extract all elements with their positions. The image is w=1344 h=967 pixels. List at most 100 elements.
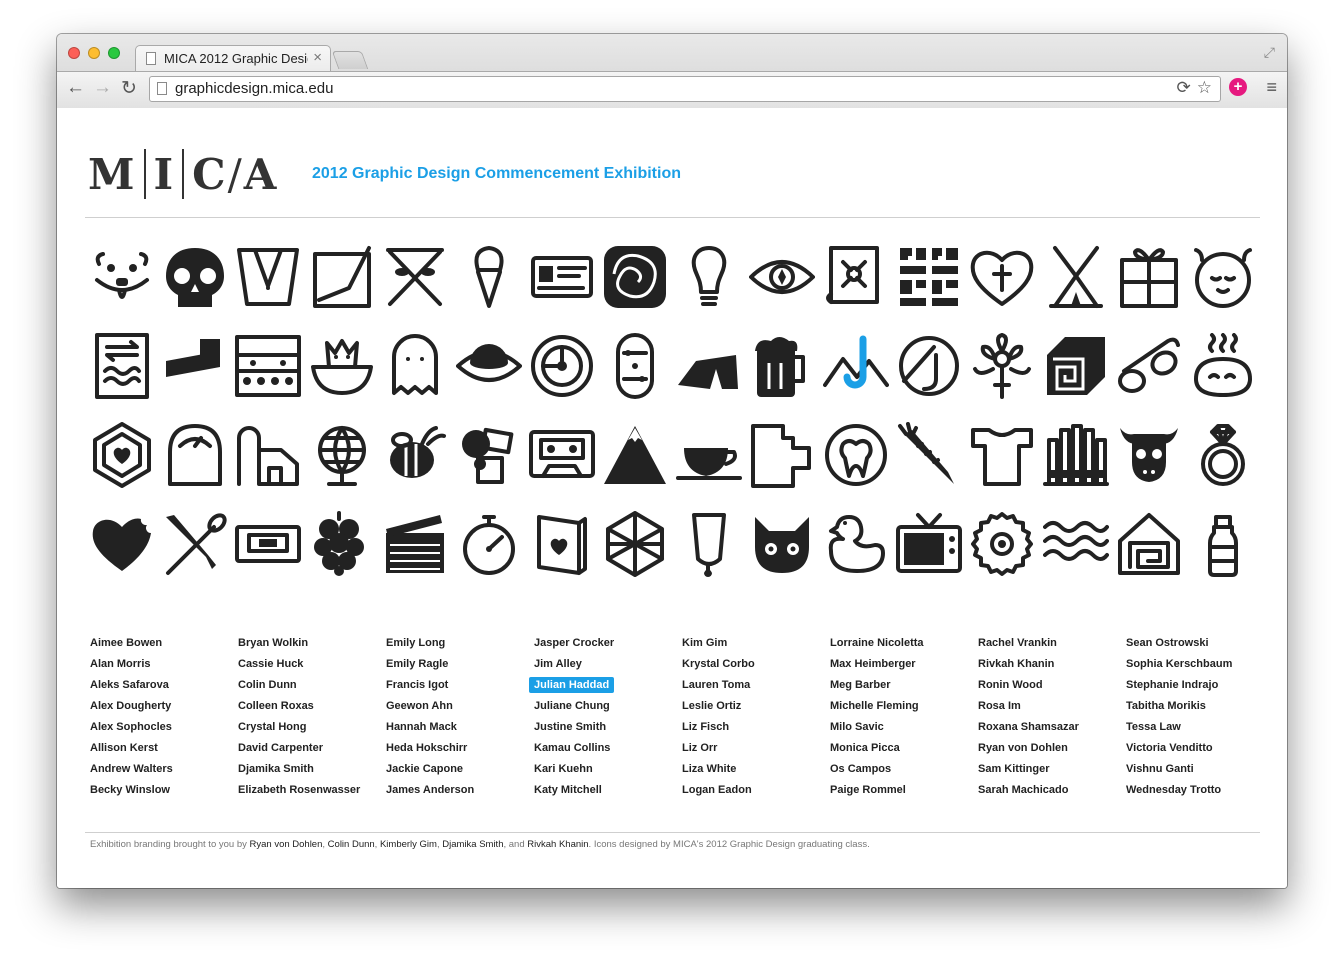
- student-name-link[interactable]: Vishnu Ganti: [1126, 759, 1274, 780]
- student-name-link[interactable]: Ronin Wood: [978, 675, 1126, 696]
- icon-tile[interactable]: [452, 333, 525, 422]
- icon-tile[interactable]: [1112, 244, 1185, 333]
- icon-tile[interactable]: [819, 333, 892, 422]
- icon-tile[interactable]: [966, 244, 1039, 333]
- refresh-icon[interactable]: ⟳: [1177, 78, 1191, 98]
- icon-tile[interactable]: [232, 333, 305, 422]
- student-name-link[interactable]: Justine Smith: [534, 717, 682, 738]
- student-name-link[interactable]: Andrew Walters: [90, 759, 238, 780]
- student-name-link[interactable]: Allison Kerst: [90, 738, 238, 759]
- menu-icon[interactable]: ≡: [1266, 77, 1277, 98]
- icon-tile[interactable]: [85, 244, 158, 333]
- student-name-link[interactable]: Heda Hokschirr: [386, 738, 534, 759]
- student-name-link[interactable]: Rachel Vrankin: [978, 633, 1126, 654]
- icon-tile[interactable]: [1112, 511, 1185, 600]
- student-name-link[interactable]: Paige Rommel: [830, 780, 978, 801]
- icon-tile[interactable]: [746, 244, 819, 333]
- icon-tile[interactable]: [819, 422, 892, 511]
- icon-tile[interactable]: [819, 511, 892, 600]
- icon-tile[interactable]: [305, 511, 378, 600]
- student-name-link[interactable]: Roxana Shamsazar: [978, 717, 1126, 738]
- icon-tile[interactable]: [452, 422, 525, 511]
- back-arrow-icon[interactable]: ←: [66, 77, 85, 99]
- icon-tile[interactable]: [232, 511, 305, 600]
- student-name-link[interactable]: Cassie Huck: [238, 654, 386, 675]
- student-name-link[interactable]: Jackie Capone: [386, 759, 534, 780]
- icon-tile[interactable]: [672, 333, 745, 422]
- extension-plus-icon[interactable]: +: [1229, 78, 1247, 96]
- icon-tile[interactable]: [892, 244, 965, 333]
- student-name-link[interactable]: Sean Ostrowski: [1126, 633, 1274, 654]
- close-tab-icon[interactable]: ×: [313, 49, 322, 66]
- star-icon[interactable]: ☆: [1197, 78, 1212, 98]
- icon-tile[interactable]: [379, 511, 452, 600]
- student-name-link[interactable]: Jim Alley: [534, 654, 682, 675]
- student-name-link[interactable]: Liz Fisch: [682, 717, 830, 738]
- student-name-link[interactable]: Monica Picca: [830, 738, 978, 759]
- student-name-link[interactable]: Geewon Ahn: [386, 696, 534, 717]
- icon-tile[interactable]: [1112, 422, 1185, 511]
- student-name-link[interactable]: Liza White: [682, 759, 830, 780]
- icon-tile[interactable]: [232, 244, 305, 333]
- icon-tile[interactable]: [85, 333, 158, 422]
- icon-tile[interactable]: [1186, 422, 1259, 511]
- student-name-link[interactable]: Lauren Toma: [682, 675, 830, 696]
- student-name-link[interactable]: Aleks Safarova: [90, 675, 238, 696]
- browser-tab[interactable]: MICA 2012 Graphic Design ×: [135, 45, 331, 71]
- student-name-link[interactable]: Ryan von Dohlen: [978, 738, 1126, 759]
- icon-tile[interactable]: [892, 511, 965, 600]
- icon-tile[interactable]: [672, 422, 745, 511]
- icon-tile[interactable]: [1112, 333, 1185, 422]
- student-name-link[interactable]: Crystal Hong: [238, 717, 386, 738]
- student-name-link[interactable]: Tabitha Morikis: [1126, 696, 1274, 717]
- student-name-link[interactable]: Sam Kittinger: [978, 759, 1126, 780]
- student-name-link[interactable]: Sophia Kerschbaum: [1126, 654, 1274, 675]
- student-name-link[interactable]: Juliane Chung: [534, 696, 682, 717]
- student-name-link[interactable]: David Carpenter: [238, 738, 386, 759]
- icon-tile[interactable]: [305, 422, 378, 511]
- fullscreen-icon[interactable]: ⤢: [1264, 44, 1275, 61]
- icon-tile[interactable]: [1039, 333, 1112, 422]
- student-name-link[interactable]: Tessa Law: [1126, 717, 1274, 738]
- minimize-window-button[interactable]: [88, 47, 100, 59]
- icon-tile[interactable]: [672, 244, 745, 333]
- student-name-link[interactable]: Sarah Machicado: [978, 780, 1126, 801]
- student-name-link[interactable]: Michelle Fleming: [830, 696, 978, 717]
- icon-tile[interactable]: [892, 333, 965, 422]
- student-name-link[interactable]: Liz Orr: [682, 738, 830, 759]
- student-name-link[interactable]: Wednesday Trotto: [1126, 780, 1274, 801]
- icon-tile[interactable]: [232, 422, 305, 511]
- icon-tile[interactable]: [379, 333, 452, 422]
- forward-arrow-icon[interactable]: →: [93, 77, 112, 99]
- student-name-link[interactable]: Djamika Smith: [238, 759, 386, 780]
- icon-tile[interactable]: [525, 511, 598, 600]
- student-name-link[interactable]: Rivkah Khanin: [978, 654, 1126, 675]
- student-name-link[interactable]: Kamau Collins: [534, 738, 682, 759]
- icon-tile[interactable]: [746, 333, 819, 422]
- icon-tile[interactable]: [305, 333, 378, 422]
- student-name-link[interactable]: Kim Gim: [682, 633, 830, 654]
- icon-tile[interactable]: [599, 333, 672, 422]
- student-name-link[interactable]: Kari Kuehn: [534, 759, 682, 780]
- student-name-link-active[interactable]: Julian Haddad: [529, 675, 682, 696]
- student-name-link[interactable]: Stephanie Indrajo: [1126, 675, 1274, 696]
- student-name-link[interactable]: Katy Mitchell: [534, 780, 682, 801]
- icon-tile[interactable]: [85, 511, 158, 600]
- icon-tile[interactable]: [599, 511, 672, 600]
- icon-tile[interactable]: [525, 333, 598, 422]
- icon-tile[interactable]: [966, 333, 1039, 422]
- student-name-link[interactable]: Alan Morris: [90, 654, 238, 675]
- student-name-link[interactable]: Victoria Venditto: [1126, 738, 1274, 759]
- icon-tile[interactable]: [1039, 511, 1112, 600]
- student-name-link[interactable]: James Anderson: [386, 780, 534, 801]
- student-name-link[interactable]: Emily Long: [386, 633, 534, 654]
- icon-tile[interactable]: [305, 244, 378, 333]
- credit-link[interactable]: Rivkah Khanin: [527, 839, 588, 850]
- icon-tile[interactable]: [1186, 511, 1259, 600]
- student-name-link[interactable]: Milo Savic: [830, 717, 978, 738]
- close-window-button[interactable]: [68, 47, 80, 59]
- icon-tile[interactable]: [1039, 422, 1112, 511]
- student-name-link[interactable]: Logan Eadon: [682, 780, 830, 801]
- icon-tile[interactable]: [379, 244, 452, 333]
- icon-tile[interactable]: [966, 422, 1039, 511]
